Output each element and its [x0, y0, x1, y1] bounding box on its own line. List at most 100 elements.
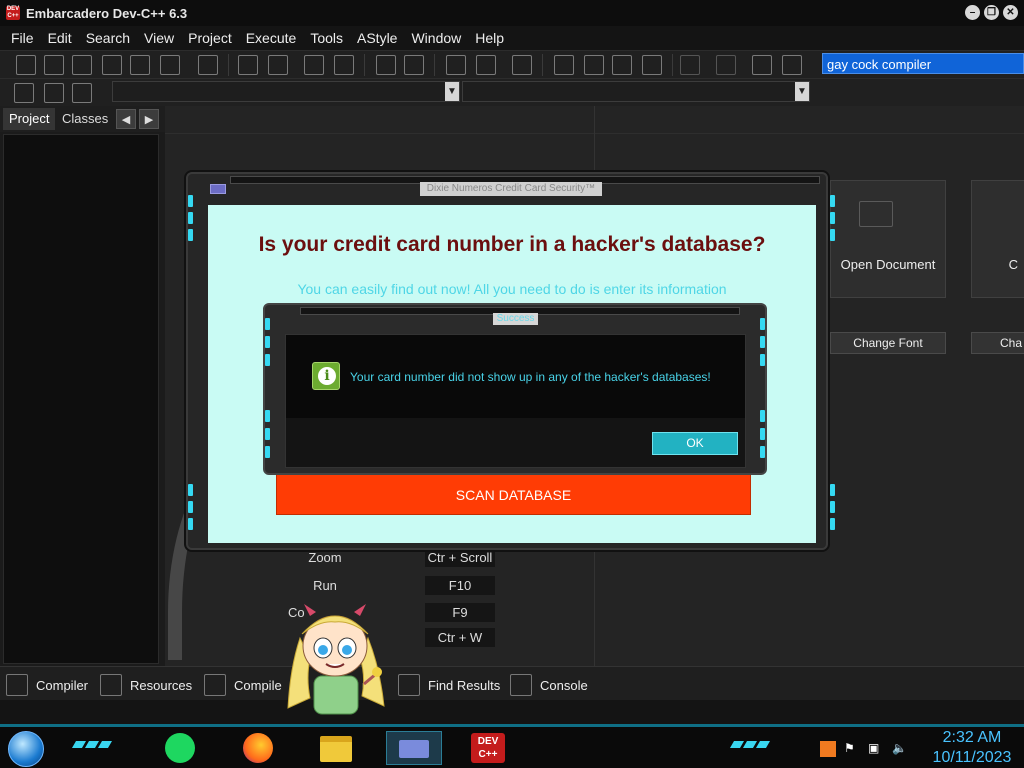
- tab-console[interactable]: Console: [510, 672, 588, 698]
- dialog-subtitle: You can easily find out now! All you nee…: [297, 281, 727, 297]
- menu-tools[interactable]: Tools: [303, 30, 350, 46]
- save-icon[interactable]: [72, 55, 92, 75]
- shortcut-key: Ctr + W: [425, 628, 495, 647]
- close-file-icon[interactable]: [130, 55, 150, 75]
- menu-project[interactable]: Project: [181, 30, 239, 46]
- tab-find-results[interactable]: Find Results: [398, 672, 500, 698]
- chart-icon[interactable]: [752, 55, 772, 75]
- folder-icon: [859, 201, 893, 227]
- tray-app-icon[interactable]: [820, 741, 836, 757]
- check-icon[interactable]: [680, 55, 700, 75]
- file-explorer-icon[interactable]: [316, 731, 356, 765]
- cartoon-sticker: [287, 604, 385, 715]
- maximize-icon[interactable]: ❐: [984, 5, 999, 20]
- menu-edit[interactable]: Edit: [41, 30, 79, 46]
- redo-icon[interactable]: [404, 55, 424, 75]
- dialog-heading: Is your credit card number in a hacker's…: [258, 233, 766, 256]
- success-dialog-title: Success: [493, 313, 538, 325]
- layout-grid-icon[interactable]: [554, 55, 574, 75]
- chevron-left-icon[interactable]: ◀: [116, 109, 136, 129]
- info-icon: i: [312, 362, 340, 390]
- scan-database-button[interactable]: SCAN DATABASE: [276, 470, 751, 515]
- menu-execute[interactable]: Execute: [239, 30, 304, 46]
- minimize-icon[interactable]: –: [965, 5, 980, 20]
- network-icon[interactable]: ▣: [868, 741, 884, 757]
- new-file-icon[interactable]: [16, 55, 36, 75]
- resources-icon: [100, 674, 122, 696]
- tab-compiler[interactable]: Compiler: [6, 672, 88, 698]
- tab-resources[interactable]: Resources: [100, 672, 192, 698]
- shortcut-key: F10: [425, 576, 495, 595]
- grid-icon: [6, 674, 28, 696]
- dialog-system-icon[interactable]: [210, 184, 226, 194]
- chevron-right-icon[interactable]: ▶: [139, 109, 159, 129]
- shortcut-key: Ctr + Scroll: [425, 548, 495, 567]
- spotify-icon[interactable]: [160, 731, 200, 765]
- function-combo[interactable]: ▼: [462, 81, 810, 102]
- change-font-button[interactable]: Change Font: [830, 332, 946, 354]
- menu-window[interactable]: Window: [404, 30, 468, 46]
- menu-file[interactable]: File: [4, 30, 41, 46]
- project-icon[interactable]: [14, 83, 34, 103]
- volume-icon[interactable]: 🔈: [892, 741, 908, 757]
- left-panel-tabs: Project Classes ◀ ▶: [0, 106, 165, 132]
- clock-time[interactable]: 2:32 AM: [930, 729, 1014, 747]
- stop-icon[interactable]: [782, 55, 802, 75]
- menu-bar: File Edit Search View Project Execute To…: [0, 26, 1024, 50]
- bottom-panel-tabs: Compiler Resources Compile ug Find Resul…: [0, 666, 1024, 700]
- print-icon[interactable]: [198, 55, 218, 75]
- window-icon[interactable]: [584, 55, 604, 75]
- firefox-icon[interactable]: [238, 731, 278, 765]
- bookmark-icon[interactable]: [44, 83, 64, 103]
- close-all-icon[interactable]: [160, 55, 180, 75]
- status-bar: [0, 700, 1024, 724]
- taskbar: DEV C++ ⚑ ▣ 🔈 2:32 AM 10/11/2023: [0, 724, 1024, 768]
- shortcut-label: Zoom: [308, 550, 342, 565]
- bookmarks-icon[interactable]: [72, 83, 92, 103]
- close-icon[interactable]: ✕: [1003, 5, 1018, 20]
- start-button[interactable]: [8, 731, 44, 767]
- open-document-label: Open Document: [840, 257, 936, 272]
- open-document-tile[interactable]: Open Document: [830, 180, 946, 298]
- flag-icon[interactable]: ⚑: [844, 741, 860, 757]
- window-title: Embarcadero Dev-C++ 6.3: [26, 5, 188, 21]
- comment-icon[interactable]: [512, 55, 532, 75]
- replace-icon[interactable]: [268, 55, 288, 75]
- find-icon[interactable]: [238, 55, 258, 75]
- clock-date[interactable]: 10/11/2023: [924, 749, 1020, 767]
- success-message: Your card number did not show up in any …: [350, 370, 711, 384]
- save-all-icon[interactable]: [102, 55, 122, 75]
- tab-classes[interactable]: Classes: [56, 108, 114, 130]
- chevron-down-icon[interactable]: ▼: [795, 82, 809, 101]
- menu-help[interactable]: Help: [468, 30, 511, 46]
- tab-compile-log[interactable]: Compile: [204, 672, 282, 698]
- undo-icon[interactable]: [376, 55, 396, 75]
- menu-astyle[interactable]: AStyle: [350, 30, 404, 46]
- partial-button[interactable]: Cha: [971, 332, 1024, 354]
- calc-icon[interactable]: [612, 55, 632, 75]
- menu-view[interactable]: View: [137, 30, 181, 46]
- project-tree[interactable]: [3, 134, 159, 664]
- menu-search[interactable]: Search: [79, 30, 137, 46]
- devcpp-taskbar-icon[interactable]: DEV C++: [468, 731, 508, 765]
- indent-icon[interactable]: [446, 55, 466, 75]
- partial-tile[interactable]: C: [971, 180, 1024, 298]
- search-input[interactable]: gay cock compiler: [822, 53, 1024, 74]
- tab-project[interactable]: Project: [3, 108, 56, 130]
- unindent-icon[interactable]: [476, 55, 496, 75]
- cancel-icon[interactable]: [716, 55, 736, 75]
- class-combo[interactable]: ▼: [112, 81, 460, 102]
- shortcut-label: Run: [313, 578, 337, 593]
- console-icon: [510, 674, 532, 696]
- title-bar: DEV C++ Embarcadero Dev-C++ 6.3 – ❐ ✕: [0, 0, 1024, 26]
- goto-icon[interactable]: [304, 55, 324, 75]
- ok-button[interactable]: OK: [652, 432, 738, 455]
- grid-dots-icon[interactable]: [642, 55, 662, 75]
- open-folder-icon[interactable]: [44, 55, 64, 75]
- split-icon[interactable]: [334, 55, 354, 75]
- dialog-title: Dixie Numeros Credit Card Security™: [420, 182, 602, 196]
- chevron-down-icon[interactable]: ▼: [445, 82, 459, 101]
- magnifier-icon: [398, 674, 420, 696]
- bar-chart-icon: [204, 674, 226, 696]
- active-app-icon[interactable]: [386, 731, 442, 765]
